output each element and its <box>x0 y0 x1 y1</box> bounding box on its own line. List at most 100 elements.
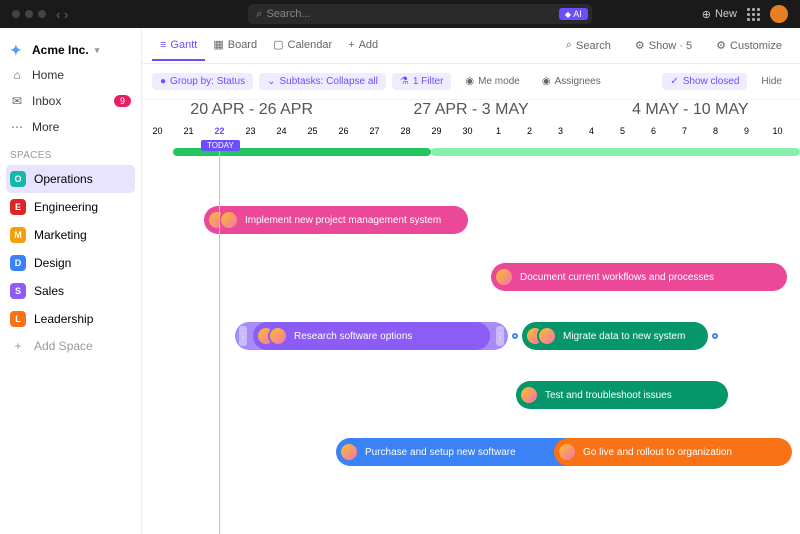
task-label: Research software options <box>294 331 412 342</box>
space-chip: D <box>10 255 26 271</box>
today-line <box>219 140 220 534</box>
day-cell: 25 <box>297 126 328 136</box>
day-cell: 1 <box>483 126 514 136</box>
space-label: Marketing <box>34 228 87 242</box>
tab-label: Calendar <box>288 39 333 51</box>
timeline-days: 20212223242526272829301234567891011 <box>142 120 800 142</box>
timeline-weeks: 20 APR - 26 APR27 APR - 3 MAY4 MAY - 10 … <box>142 100 800 120</box>
search-button[interactable]: ⌕Search <box>558 36 619 55</box>
day-cell: 28 <box>390 126 421 136</box>
tab-add[interactable]: +Add <box>340 30 386 61</box>
tab-label: Board <box>228 39 257 51</box>
space-chip: M <box>10 227 26 243</box>
user-avatar[interactable] <box>770 5 788 23</box>
workspace-logo-icon: ✦ <box>10 42 26 58</box>
customize-button[interactable]: ⚙Customize <box>708 36 790 55</box>
week-label: 20 APR - 26 APR <box>142 101 361 119</box>
day-cell: 29 <box>421 126 452 136</box>
gantt-task[interactable]: Implement new project management system <box>204 206 468 234</box>
day-cell: 6 <box>638 126 669 136</box>
add-space-button[interactable]: + Add Space <box>6 333 135 359</box>
assignee-avatar <box>219 210 239 230</box>
show-button[interactable]: ⚙Show · 5 <box>627 36 700 55</box>
space-leadership[interactable]: LLeadership <box>6 305 135 333</box>
gantt-task[interactable]: Test and troubleshoot issues <box>516 381 728 409</box>
drag-handle-icon[interactable]: ⋮ <box>496 326 504 346</box>
dependency-handle[interactable] <box>712 333 718 339</box>
workspace-switcher[interactable]: ✦ Acme Inc. ▾ <box>6 38 135 62</box>
view-tabs: ≡Gantt ▦ Board ▢ Calendar +Add ⌕Search ⚙Show … <box>142 28 800 64</box>
group-by-pill[interactable]: ● Group by: Status <box>152 73 253 90</box>
gantt-timeline[interactable]: 20 APR - 26 APR27 APR - 3 MAY4 MAY - 10 … <box>142 100 800 534</box>
tab-gantt[interactable]: ≡Gantt <box>152 30 205 61</box>
nav-inbox[interactable]: ✉Inbox9 <box>6 88 135 114</box>
hide-button[interactable]: Hide <box>753 73 790 90</box>
chevron-down-icon: ▾ <box>95 45 100 56</box>
space-marketing[interactable]: M Marketing <box>6 221 135 249</box>
space-operations[interactable]: OOperations <box>6 165 135 193</box>
space-design[interactable]: DDesign <box>6 249 135 277</box>
space-engineering[interactable]: E Engineering <box>6 193 135 221</box>
window-controls[interactable] <box>12 10 46 18</box>
assignee-avatar <box>268 326 288 346</box>
gantt-toolbar: ● Group by: Status ⌄ Subtasks: Collapse … <box>142 64 800 100</box>
board-icon: ▦ <box>213 38 223 51</box>
space-chip: E <box>10 199 26 215</box>
week-label: 27 APR - 3 MAY <box>361 101 580 119</box>
more-icon: ⋯ <box>10 120 24 134</box>
nav-back-forward[interactable]: ‹ › <box>56 7 68 22</box>
day-cell: 7 <box>669 126 700 136</box>
show-closed-pill[interactable]: ✓ Show closed <box>662 73 747 90</box>
gantt-body[interactable]: Implement new project management system D… <box>142 142 800 534</box>
add-icon: + <box>348 39 354 51</box>
gantt-task[interactable]: Migrate data to new system <box>522 322 708 350</box>
day-cell: 4 <box>576 126 607 136</box>
day-cell: 10 <box>762 126 793 136</box>
nav-home[interactable]: ⌂Home <box>6 62 135 88</box>
filter-pill[interactable]: ⚗ 1 Filter <box>392 73 452 90</box>
tab-board[interactable]: ▦ Board <box>205 30 265 61</box>
drag-handle-icon[interactable]: ⋮ <box>239 326 247 346</box>
space-label: Engineering <box>34 200 98 214</box>
gantt-task[interactable]: Go live and rollout to organization <box>554 438 792 466</box>
nav-label: Home <box>32 68 64 82</box>
task-label: Purchase and setup new software <box>365 447 516 458</box>
inbox-icon: ✉ <box>10 94 24 108</box>
week-label: 4 MAY - 10 MAY <box>581 101 800 119</box>
gantt-task[interactable]: Purchase and setup new software <box>336 438 586 466</box>
me-mode-pill[interactable]: ◉ Me mode <box>457 73 527 90</box>
calendar-icon: ▢ <box>273 38 283 51</box>
dependency-handle[interactable] <box>512 333 518 339</box>
search-icon: ⌕ <box>256 8 262 21</box>
today-marker: TODAY <box>201 140 240 151</box>
apps-icon[interactable] <box>747 8 760 21</box>
day-cell: 22 <box>204 126 235 136</box>
tab-calendar[interactable]: ▢ Calendar <box>265 30 340 61</box>
space-sales[interactable]: SSales <box>6 277 135 305</box>
day-cell: 9 <box>731 126 762 136</box>
spaces-header: Spaces <box>6 140 135 165</box>
gantt-task[interactable]: Research software options <box>253 322 490 350</box>
task-label: Document current workflows and processes <box>520 272 714 283</box>
gantt-task[interactable]: Document current workflows and processes <box>491 263 787 291</box>
day-cell: 3 <box>545 126 576 136</box>
day-cell: 30 <box>452 126 483 136</box>
space-chip: L <box>10 311 26 327</box>
ai-badge[interactable]: ◆ AI <box>559 8 588 20</box>
assignees-pill[interactable]: ◉ Assignees <box>534 73 609 90</box>
day-cell: 21 <box>173 126 204 136</box>
assignee-avatar <box>537 326 557 346</box>
day-cell: 26 <box>328 126 359 136</box>
new-button[interactable]: ⊕ New <box>702 8 737 21</box>
global-search[interactable]: ⌕ Search... ◆ AI <box>248 4 591 24</box>
nav-more[interactable]: ⋯More <box>6 114 135 140</box>
assignee-avatar <box>339 442 359 462</box>
day-cell: 27 <box>359 126 390 136</box>
space-label: Operations <box>34 172 93 186</box>
search-placeholder: Search... <box>266 8 310 20</box>
assignee-avatar <box>557 442 577 462</box>
sidebar: ✦ Acme Inc. ▾ ⌂Home✉Inbox9⋯More Spaces O… <box>0 28 142 534</box>
task-label: Migrate data to new system <box>563 331 685 342</box>
plus-icon: + <box>10 339 26 353</box>
subtasks-pill[interactable]: ⌄ Subtasks: Collapse all <box>259 73 386 90</box>
